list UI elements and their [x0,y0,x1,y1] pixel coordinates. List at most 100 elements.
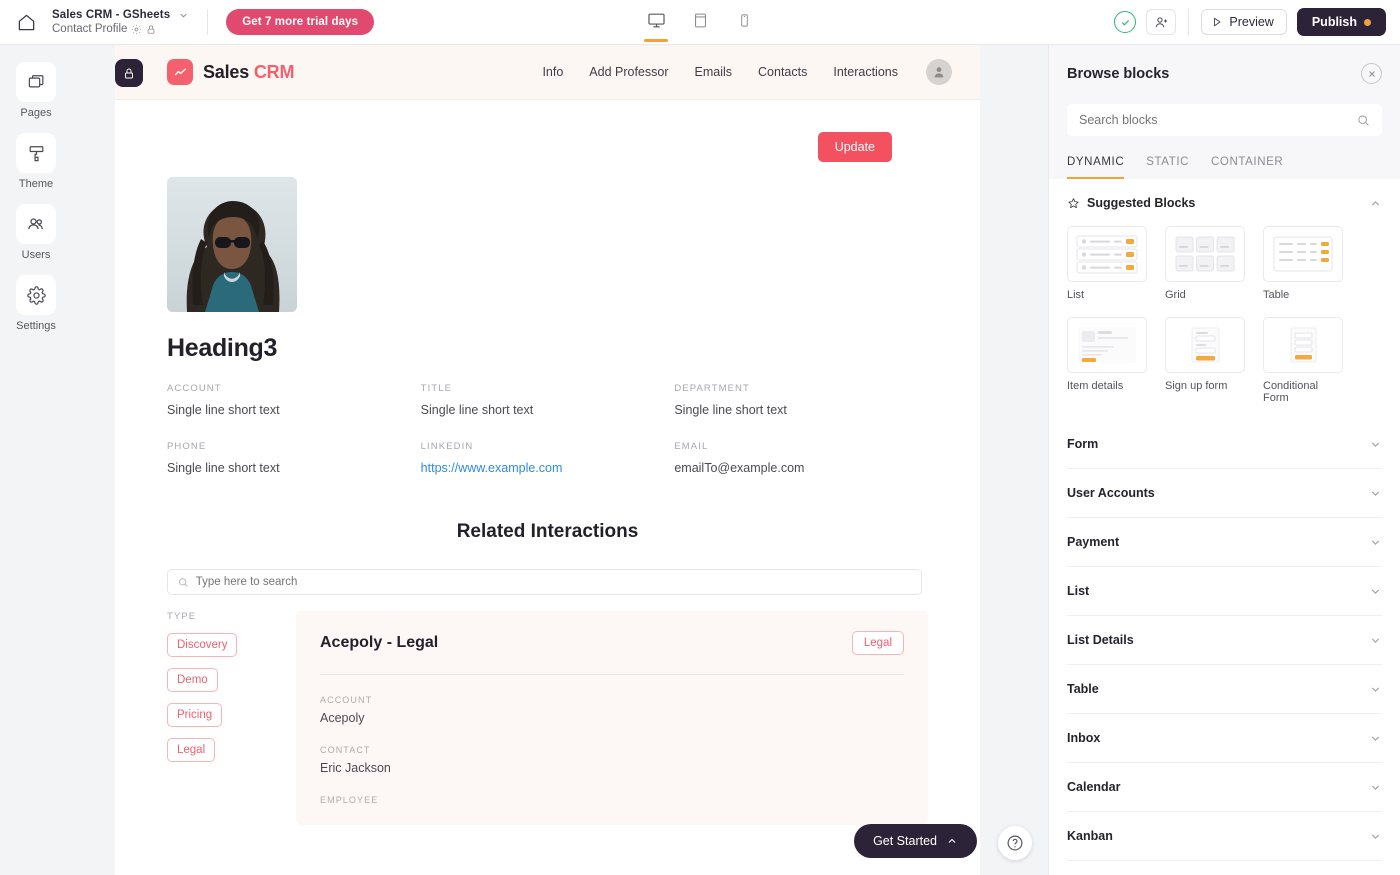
list-thumb [1067,226,1147,282]
preview-label: Preview [1229,15,1273,29]
block-grid[interactable]: Grid [1165,226,1245,301]
site-nav-links: Info Add Professor Emails Contacts Inter… [542,59,952,85]
help-button[interactable] [998,826,1032,860]
interaction-field-account: ACCOUNT Acepoly [320,695,904,725]
category-list-details[interactable]: List Details [1067,616,1382,665]
sidebar-item-label: Theme [19,178,53,190]
field-value: Acepoly [320,711,904,725]
tab-container[interactable]: CONTAINER [1211,156,1283,179]
category-user-accounts[interactable]: User Accounts [1067,469,1382,518]
category-calendar[interactable]: Calendar [1067,763,1382,812]
site-logo[interactable]: Sales CRM [167,59,294,85]
block-label: Table [1263,289,1343,301]
field-title: TITLE Single line short text [421,383,675,417]
block-conditional-form[interactable]: Conditional Form [1263,317,1343,404]
category-kanban[interactable]: Kanban [1067,812,1382,861]
home-button[interactable] [0,0,52,45]
category-list[interactable]: List [1067,567,1382,616]
search-blocks-input[interactable] [1079,113,1349,127]
block-sign-up-form[interactable]: Sign up form [1165,317,1245,404]
lock-icon [123,67,135,80]
type-chip-pricing[interactable]: Pricing [167,703,222,727]
block-label: List [1067,289,1147,301]
publish-button[interactable]: Publish [1297,8,1386,36]
interaction-card-title: Acepoly - Legal [320,634,438,652]
close-panel-button[interactable] [1361,63,1382,84]
search-icon [1357,114,1370,127]
site-navbar: Sales CRM Info Add Professor Emails Cont… [115,45,980,100]
nav-link-info[interactable]: Info [542,65,563,79]
panel-content: Suggested Blocks [1049,179,1400,875]
search-blocks-box[interactable] [1067,104,1382,136]
sidebar-item-users[interactable]: Users [6,204,66,261]
nav-link-contacts[interactable]: Contacts [758,65,807,79]
gear-icon[interactable] [131,24,142,35]
update-button[interactable]: Update [818,132,892,162]
suggested-blocks-title: Suggested Blocks [1087,196,1195,210]
field-label: ACCOUNT [167,383,421,394]
add-user-icon [1154,15,1169,30]
sign-up-form-thumb [1165,317,1245,373]
conditional-form-thumb [1263,317,1343,373]
interaction-card[interactable]: Acepoly - Legal Legal ACCOUNT Acepoly CO… [296,611,928,825]
logo-primary: Sales [203,62,254,82]
theme-icon-box [16,133,56,173]
user-avatar-icon [931,64,947,80]
star-icon [1067,197,1080,210]
chevron-up-icon[interactable] [1369,197,1382,210]
status-ok-button[interactable] [1114,11,1136,33]
field-phone: PHONE Single line short text [167,441,421,475]
nav-link-add-professor[interactable]: Add Professor [589,65,668,79]
users-icon-box [16,204,56,244]
related-search-input[interactable] [196,576,911,588]
block-list[interactable]: List [1067,226,1147,301]
lock-icon[interactable] [146,24,156,35]
tab-dynamic[interactable]: DYNAMIC [1067,156,1124,179]
conditional-form-thumb-icon [1270,323,1336,367]
device-tablet[interactable] [684,0,716,45]
chevron-down-icon[interactable] [178,10,189,21]
get-started-button[interactable]: Get Started [854,824,977,858]
type-chip-demo[interactable]: Demo [167,668,218,692]
block-item-details[interactable]: Item details [1067,317,1147,404]
nav-link-interactions[interactable]: Interactions [833,65,898,79]
locked-section-badge[interactable] [115,59,143,87]
field-value-link[interactable]: https://www.example.com [421,461,675,475]
sidebar-item-theme[interactable]: Theme [6,133,66,190]
topbar: Sales CRM - GSheets Contact Profile Get … [0,0,1400,45]
category-inbox[interactable]: Inbox [1067,714,1382,763]
device-desktop[interactable] [640,0,672,45]
device-mobile[interactable] [728,0,760,45]
suggested-blocks-header[interactable]: Suggested Blocks [1067,179,1382,210]
related-search-box[interactable] [167,569,922,595]
type-chip-discovery[interactable]: Discovery [167,633,237,657]
category-payment[interactable]: Payment [1067,518,1382,567]
avatar[interactable] [926,59,952,85]
type-chip-legal[interactable]: Legal [167,738,215,762]
block-label: Grid [1165,289,1245,301]
category-table[interactable]: Table [1067,665,1382,714]
trial-days-button[interactable]: Get 7 more trial days [226,9,374,35]
search-icon [178,577,189,588]
category-label: List Details [1067,633,1134,647]
sidebar-item-settings[interactable]: Settings [6,275,66,332]
logo-square [167,59,193,85]
field-row: ACCOUNT Single line short text TITLE Sin… [167,383,928,417]
invite-user-button[interactable] [1146,9,1176,35]
category-label: Inbox [1067,731,1100,745]
category-form[interactable]: Form [1067,420,1382,469]
field-label: TITLE [421,383,675,394]
field-department: DEPARTMENT Single line short text [674,383,928,417]
sidebar-item-pages[interactable]: Pages [6,62,66,119]
block-table[interactable]: Table [1263,226,1343,301]
canvas-preview: Sales CRM Info Add Professor Emails Cont… [115,45,980,875]
category-label: User Accounts [1067,486,1155,500]
field-row: PHONE Single line short text LINKEDIN ht… [167,441,928,475]
home-icon [17,13,36,32]
panel-header-area: Browse blocks DYNAMIC STATIC CONTAINER [1049,45,1400,179]
nav-link-emails[interactable]: Emails [695,65,733,79]
tab-static[interactable]: STATIC [1146,156,1189,179]
sign-up-form-thumb-icon [1172,323,1238,367]
preview-button[interactable]: Preview [1201,9,1286,35]
interaction-field-employee: EMPLOYEE [320,795,904,805]
